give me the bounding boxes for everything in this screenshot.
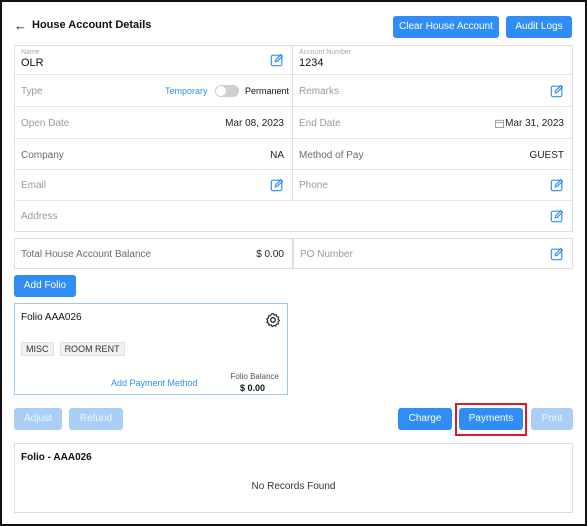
- phone-label: Phone: [299, 180, 328, 191]
- po-number-card: PO Number: [293, 238, 573, 269]
- open-date-value[interactable]: Mar 08, 2023: [225, 118, 284, 129]
- folio-records-panel: Folio - AAA026 No Records Found: [14, 443, 573, 513]
- adjust-button[interactable]: Adjust: [14, 408, 62, 430]
- company-value: NA: [270, 150, 284, 161]
- audit-logs-button[interactable]: Audit Logs: [506, 16, 572, 38]
- company-label: Company: [21, 150, 64, 161]
- company-row: Company NA: [15, 139, 292, 170]
- account-number-row: Account Number 1234: [293, 46, 572, 75]
- open-date-label: Open Date: [21, 118, 70, 129]
- end-date-label: End Date: [299, 118, 341, 129]
- edit-icon[interactable]: [270, 178, 284, 192]
- name-row: Name OLR: [15, 46, 292, 75]
- clear-house-account-button[interactable]: Clear House Account: [393, 16, 499, 38]
- total-balance-label: Total House Account Balance: [21, 249, 152, 260]
- back-arrow-icon[interactable]: ←: [14, 18, 27, 33]
- type-toggle[interactable]: [215, 85, 239, 97]
- balance-card: Total House Account Balance $ 0.00: [14, 238, 293, 269]
- name-value: OLR: [21, 57, 44, 69]
- account-number-label: Account Number: [299, 49, 352, 56]
- method-of-pay-value: GUEST: [529, 150, 564, 161]
- method-of-pay-label: Method of Pay: [299, 150, 364, 161]
- calendar-icon[interactable]: [495, 119, 504, 128]
- folio-tags: MISC ROOM RENT: [21, 342, 128, 356]
- edit-icon[interactable]: [550, 247, 564, 261]
- remarks-label: Remarks: [299, 86, 340, 97]
- gear-icon[interactable]: [265, 312, 281, 328]
- refund-button[interactable]: Refund: [69, 408, 123, 430]
- address-row: Address: [14, 200, 573, 232]
- edit-icon[interactable]: [270, 53, 284, 67]
- folio-tag: MISC: [21, 342, 54, 356]
- folio-card[interactable]: Folio AAA026 MISC ROOM RENT Add Payment …: [14, 303, 288, 395]
- total-balance-value: $ 0.00: [256, 249, 284, 260]
- charge-button[interactable]: Charge: [398, 408, 452, 430]
- type-label: Type: [21, 86, 43, 97]
- page-header: ← House Account Details Clear House Acco…: [14, 14, 574, 38]
- page-title: House Account Details: [32, 19, 152, 31]
- add-payment-method-link[interactable]: Add Payment Method: [111, 378, 198, 388]
- phone-row: Phone: [293, 170, 572, 201]
- name-label: Name: [21, 49, 40, 56]
- address-label: Address: [21, 211, 58, 222]
- type-temporary-label: Temporary: [165, 86, 208, 96]
- type-row: Type Temporary Permanent: [15, 75, 292, 107]
- method-of-pay-row: Method of Pay GUEST: [293, 139, 572, 170]
- po-number-label: PO Number: [300, 249, 353, 260]
- folio-tag: ROOM RENT: [59, 342, 125, 356]
- folio-balance-value: $ 0.00: [239, 383, 265, 393]
- open-date-row: Open Date Mar 08, 2023: [15, 107, 292, 139]
- folio-balance-label: Folio Balance: [230, 372, 279, 381]
- end-date-value[interactable]: Mar 31, 2023: [505, 118, 564, 129]
- add-folio-button[interactable]: Add Folio: [14, 275, 76, 297]
- print-button[interactable]: Print: [531, 408, 573, 430]
- payments-button[interactable]: Payments: [459, 408, 523, 430]
- records-title: Folio - AAA026: [21, 452, 92, 463]
- edit-icon[interactable]: [550, 209, 564, 223]
- end-date-row: End Date Mar 31, 2023: [293, 107, 572, 139]
- folio-title: Folio AAA026: [21, 312, 82, 323]
- account-number-value: 1234: [299, 57, 324, 69]
- remarks-row: Remarks: [293, 75, 572, 107]
- app-frame: ← House Account Details Clear House Acco…: [0, 0, 587, 526]
- email-label: Email: [21, 180, 47, 191]
- edit-icon[interactable]: [550, 178, 564, 192]
- edit-icon[interactable]: [550, 84, 564, 98]
- no-records-text: No Records Found: [251, 481, 336, 492]
- email-row: Email: [15, 170, 292, 201]
- type-permanent-label: Permanent: [245, 86, 290, 96]
